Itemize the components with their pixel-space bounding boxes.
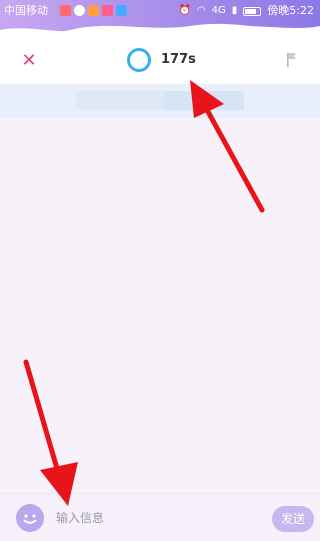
carrier-label: 中国移动 bbox=[4, 4, 48, 17]
chat-area[interactable] bbox=[0, 118, 320, 493]
message-composer: 发送 bbox=[0, 493, 320, 541]
gallery-icon bbox=[102, 5, 113, 16]
emoji-icon bbox=[23, 514, 37, 524]
status-indicators: ⏰ ◠ 4G ▮ 傍晚5:22 bbox=[178, 0, 314, 22]
notification-icons bbox=[60, 5, 127, 16]
wifi-icon: ◠ bbox=[196, 5, 206, 16]
emoji-button[interactable] bbox=[16, 504, 44, 532]
status-bar: 中国移动 ⏰ ◠ 4G ▮ 傍晚5:22 bbox=[0, 0, 320, 22]
info-placeholder bbox=[164, 91, 244, 110]
countdown-timer: 177s bbox=[161, 52, 196, 67]
send-button[interactable]: 发送 bbox=[272, 506, 314, 532]
close-icon: ✕ bbox=[21, 50, 37, 71]
info-strip bbox=[0, 84, 320, 118]
network-type: 4G bbox=[211, 5, 226, 16]
signal-icon: ▮ bbox=[231, 5, 238, 16]
clock: 傍晚5:22 bbox=[267, 4, 314, 17]
app-icon bbox=[88, 5, 99, 16]
message-input[interactable] bbox=[56, 504, 256, 532]
message-icon bbox=[74, 5, 85, 16]
game-header: ✕ 177s bbox=[0, 40, 320, 84]
report-button[interactable] bbox=[284, 51, 300, 69]
alarm-icon: ⏰ bbox=[178, 5, 191, 16]
info-placeholder bbox=[76, 91, 164, 110]
timer-icon bbox=[127, 48, 151, 72]
notification-icon bbox=[60, 5, 71, 16]
close-button[interactable]: ✕ bbox=[18, 50, 40, 72]
flag-icon bbox=[287, 53, 296, 67]
battery-icon bbox=[243, 6, 262, 16]
weather-icon bbox=[116, 5, 127, 16]
